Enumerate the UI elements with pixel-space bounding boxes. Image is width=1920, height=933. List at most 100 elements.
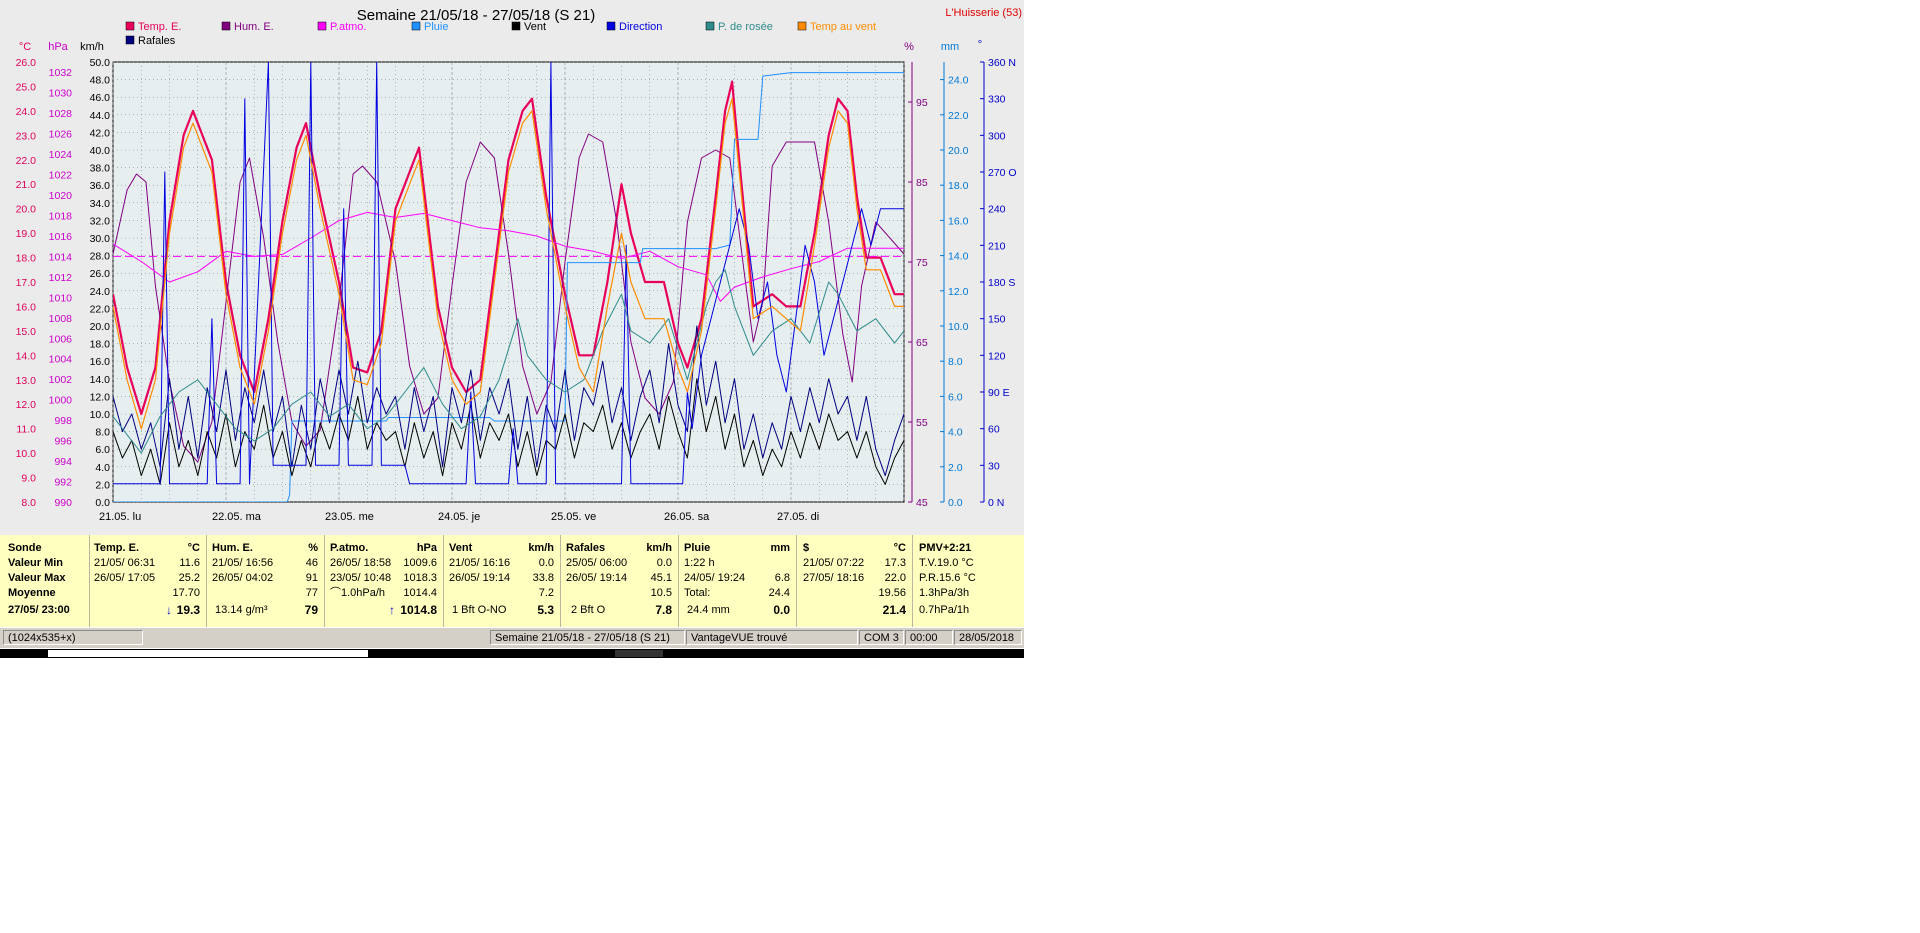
temp-tick-label: 15.0 [16,326,37,338]
stats-pluie-unit: mm [770,542,790,554]
temp-tick-label: 18.0 [16,253,37,265]
pressure-tick-label: 1020 [49,190,73,202]
stats-pluie-header: Pluie [684,542,711,554]
stats-rafales-unit: km/h [646,542,672,554]
stats-pmv-header: PMV+2:21 [919,542,972,554]
humidity-tick-label: 75 [916,257,928,269]
stats-col-dollar: $ °C 21/05/ 07:22 17.3 27/05/ 18:16 22.0… [797,535,913,627]
stats-col-pmv: PMV+2:21 T.V.19.0 °C P.R.15.6 °C 1.3hPa/… [913,535,1024,627]
stats-pluie-total-value: 24.4 [768,587,790,599]
chart-title: Semaine 21/05/18 - 27/05/18 (S 21) [357,7,596,24]
legend-swatch [606,21,616,31]
temp-tick-label: 23.0 [16,130,37,142]
x-tick-label: 25.05. ve [551,511,596,523]
temp-tick-label: 19.0 [16,228,37,240]
rain-tick-label: 24.0 [948,75,969,87]
legend-swatch [317,21,327,31]
stats-temp-unit: °C [187,542,200,554]
stats-patmo-min-time: 26/05/ 18:58 [330,557,392,569]
humidity-tick-label: 65 [916,337,928,349]
wind-tick-label: 20.0 [90,321,111,333]
pressure-tick-label: 1004 [49,354,73,366]
pressure-tick-label: 1028 [49,108,73,120]
status-period: Semaine 21/05/18 - 27/05/18 (S 21) [490,630,685,645]
humidity-tick-label: 45 [916,497,928,509]
temp-tick-label: 21.0 [16,179,37,191]
taskbar-window-button[interactable] [48,650,368,657]
x-tick-label: 27.05. di [777,511,819,523]
stats-hum-average: 77 [305,587,318,599]
stats-vent-max-value: 33.8 [532,572,554,584]
rain-tick-label: 6.0 [948,391,963,403]
stats-dollar-current: 21.4 [882,603,906,617]
x-tick-label: 24.05. je [438,511,480,523]
status-device: VantageVUE trouvé [686,630,858,645]
wind-tick-label: 4.0 [95,462,110,474]
temp-axis-title: °C [19,41,31,53]
stats-patmo-header: P.atmo. [330,542,369,554]
status-resolution: (1024x535+x) [3,630,143,645]
stats-col-pressure: P.atmo. hPa 26/05/ 18:58 1009.6 23/05/ 1… [325,535,444,627]
stats-dollar-max-value: 22.0 [884,572,906,584]
pressure-trend-up-icon: ↑ [389,603,395,617]
rain-tick-label: 14.0 [948,251,969,263]
stats-patmo-unit: hPa [416,542,437,554]
wind-tick-label: 2.0 [95,479,110,491]
stats-temp-max-value: 25.2 [178,572,200,584]
pressure-tick-label: 1008 [49,313,73,325]
stats-col-gusts: Rafales km/h 25/05/ 06:00 0.0 26/05/ 19:… [561,535,679,627]
wind-axis-title: km/h [80,41,104,53]
wind-tick-label: 22.0 [90,303,111,315]
stats-temp-min-time: 21/05/ 06:31 [94,557,156,569]
temp-tick-label: 9.0 [21,473,36,485]
x-tick-label: 22.05. ma [212,511,262,523]
pressure-tick-label: 1024 [49,149,73,161]
stats-vent-min-value: 0.0 [538,557,554,569]
stats-pmv-line1: T.V.19.0 °C [919,557,974,569]
status-time: 00:00 [905,630,953,645]
stats-patmo-average: 1014.4 [403,587,437,599]
stats-rafales-beaufort: 2 Bft O [571,604,606,616]
stats-row-min-label: Valeur Min [8,557,64,569]
pressure-tick-label: 1032 [49,67,73,79]
temp-tick-label: 10.0 [16,448,37,460]
wind-tick-label: 26.0 [90,268,111,280]
rain-axis-title: mm [941,41,959,53]
stats-rafales-max-time: 26/05/ 19:14 [566,572,628,584]
wind-tick-label: 38.0 [90,163,111,175]
legend-swatch [125,35,135,45]
x-tick-label: 21.05. lu [99,511,141,523]
temp-tick-label: 14.0 [16,350,37,362]
wind-tick-label: 28.0 [90,251,111,263]
stats-hum-max-value: 91 [305,572,318,584]
stats-dollar-average: 19.56 [878,587,906,599]
legend-swatch [797,21,807,31]
legend-label: Temp au vent [810,21,876,33]
wind-tick-label: 18.0 [90,339,111,351]
legend-label: Temp. E. [138,21,181,33]
stats-hum-absolute: 13.14 g/m³ [215,604,268,616]
wind-tick-label: 44.0 [90,110,111,122]
stats-rafales-average: 10.5 [650,587,672,599]
taskbar-active-button[interactable] [615,650,663,657]
wind-tick-label: 6.0 [95,444,110,456]
stats-col-temp: Temp. E. °C 21/05/ 06:31 11.6 26/05/ 17:… [90,535,207,627]
temp-tick-label: 12.0 [16,399,37,411]
pressure-tick-label: 1022 [49,170,73,182]
wind-tick-label: 32.0 [90,215,111,227]
pressure-tick-label: 1002 [49,374,73,386]
direction-tick-label: 120 [988,350,1006,362]
temp-trend-down-icon: ↓ [166,603,172,617]
stats-vent-average: 7.2 [538,587,554,599]
pressure-tick-label: 990 [54,497,72,509]
stats-dollar-header: $ [803,542,810,554]
direction-tick-label: 30 [988,460,1000,472]
temp-tick-label: 22.0 [16,155,37,167]
temp-tick-label: 13.0 [16,375,37,387]
humidity-tick-label: 85 [916,177,928,189]
status-port: COM 3 [859,630,904,645]
humidity-tick-label: 95 [916,97,928,109]
wind-tick-label: 30.0 [90,233,111,245]
stats-col-sonde: Sonde Valeur Min Valeur Max Moyenne 27/0… [0,535,90,627]
temp-tick-label: 24.0 [16,106,37,118]
